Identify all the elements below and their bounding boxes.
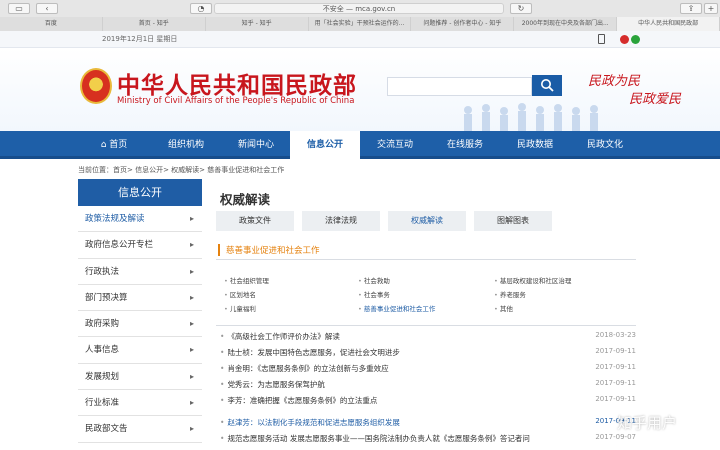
chevron-right-icon: ▸: [189, 371, 194, 381]
breadcrumb[interactable]: 当前位置：首页> 信息公开> 权威解读> 慈善事业促进和社会工作: [78, 165, 284, 175]
nav-culture[interactable]: 民政文化: [570, 131, 640, 159]
subtab-charts[interactable]: 图解图表: [474, 211, 552, 231]
category-link[interactable]: • 儿童福利: [224, 303, 256, 313]
chevron-right-icon: ▸: [189, 424, 194, 434]
weibo-icon[interactable]: [620, 35, 629, 44]
nav-online-service[interactable]: 在线服务: [430, 131, 500, 159]
news-item-highlighted[interactable]: • 赵津芳：以法制化手段规范和促进志愿服务组织发展 2017-09-11: [220, 417, 636, 428]
subtab-laws[interactable]: 法律法规: [302, 211, 380, 231]
sidebar-item-procurement[interactable]: 政府采购 ▸: [78, 311, 202, 338]
divider: [216, 259, 636, 260]
chevron-right-icon: ▸: [189, 319, 194, 329]
chevron-right-icon: ▸: [189, 214, 194, 223]
nav-data[interactable]: 民政数据: [500, 131, 570, 159]
browser-tab[interactable]: 首页 - 知乎: [102, 17, 206, 31]
category-link[interactable]: • 社会事务: [358, 289, 390, 299]
category-link-active[interactable]: • 慈善事业促进和社会工作: [358, 303, 435, 313]
tab-strip: 百度 首页 - 知乎 知乎 - 知乎 用「社会实验」干预社会运作的... 问题推…: [0, 17, 720, 31]
chevron-right-icon: ▸: [189, 266, 194, 276]
news-item[interactable]: • 规范志愿服务活动 发展志愿服务事业——国务院法制办负责人就《志愿服务条例》答记…: [220, 433, 636, 444]
sidebar-item-info-column[interactable]: 政府信息公开专栏 ▸: [78, 232, 202, 259]
chevron-right-icon: ▸: [189, 240, 194, 250]
news-item[interactable]: • 《高级社会工作师评价办法》解读 2018-03-23: [220, 331, 636, 342]
sidebar-item-planning[interactable]: 发展规划 ▸: [78, 363, 202, 391]
sidebar-item-standards[interactable]: 行业标准 ▸: [78, 390, 202, 417]
wechat-icon[interactable]: [631, 35, 640, 44]
top-strip: 2019年12月1日 星期日: [0, 31, 720, 48]
news-item[interactable]: • 陆士桢：发展中国特色志愿服务，促进社会文明进步 2017-09-11: [220, 347, 636, 358]
people-silhouette-decoration: [464, 103, 598, 131]
nav-home[interactable]: ⌂ 首页: [78, 131, 150, 159]
home-icon: ⌂: [100, 140, 110, 150]
subtab-policy-docs[interactable]: 政策文件: [216, 211, 294, 231]
search-button[interactable]: [532, 75, 562, 96]
nav-organization[interactable]: 组织机构: [150, 131, 222, 159]
current-date: 2019年12月1日 星期日: [102, 35, 178, 43]
reload-icon[interactable]: ↻: [510, 3, 532, 14]
browser-chrome: ▭ ‹ ◔ 不安全 — mca.gov.cn ↻ ⇪ + 百度 首页 - 知乎 …: [0, 0, 720, 31]
nav-interaction[interactable]: 交流互动: [360, 131, 430, 159]
news-item[interactable]: • 肖金明：《志愿服务条例》的立法创新与多重效应 2017-09-11: [220, 363, 636, 374]
sidebar-item-policy[interactable]: 政策法规及解读 ▸: [78, 206, 202, 233]
browser-tab[interactable]: 2000年到现在中央及各部门出...: [514, 17, 618, 31]
mobile-icon[interactable]: [598, 34, 605, 44]
chevron-right-icon: ▸: [189, 292, 194, 302]
sidebar-item-budget[interactable]: 部门预决算 ▸: [78, 284, 202, 312]
back-icon[interactable]: ‹: [36, 3, 58, 14]
news-item[interactable]: • 李芳：准确把握《志愿服务条例》的立法重点 2017-09-11: [220, 395, 636, 406]
new-tab-icon[interactable]: +: [704, 3, 718, 14]
divider: [216, 325, 636, 326]
reader-icon[interactable]: ◔: [190, 3, 212, 14]
sidebar-toggle-icon[interactable]: ▭: [8, 3, 30, 14]
browser-tab[interactable]: 问题推荐 - 创作者中心 - 知乎: [411, 17, 515, 31]
chevron-right-icon: ▸: [189, 398, 194, 408]
page-title: 权威解读: [220, 192, 271, 207]
category-link[interactable]: • 基层政权建设和社区治理: [494, 275, 571, 285]
chevron-right-icon: ▸: [189, 345, 194, 355]
nav-news[interactable]: 新闻中心: [222, 131, 290, 159]
section-title: 慈善事业促进和社会工作: [218, 244, 320, 256]
share-icon[interactable]: ⇪: [680, 3, 702, 14]
site-title-en: Ministry of Civil Affairs of the People'…: [117, 96, 355, 106]
main-nav: ⌂ 首页 组织机构 新闻中心 信息公开 交流互动 在线服务 民政数据 民政文化: [0, 131, 720, 159]
browser-tab[interactable]: 知乎 - 知乎: [205, 17, 309, 31]
category-link[interactable]: • 区划地名: [224, 289, 256, 299]
search-icon: [541, 79, 554, 92]
address-bar[interactable]: 不安全 — mca.gov.cn: [214, 3, 504, 14]
sidebar-item-enforcement[interactable]: 行政执法 ▸: [78, 258, 202, 285]
search-input[interactable]: [387, 77, 532, 96]
subtab-interpretation[interactable]: 权威解读: [388, 211, 466, 231]
sidebar-title: 信息公开: [78, 179, 202, 206]
national-emblem-icon: [80, 68, 112, 104]
category-link[interactable]: • 其他: [494, 303, 513, 313]
zhihu-watermark: 知乎用户: [617, 414, 678, 432]
sidebar-item-bulletin[interactable]: 民政部文告 ▸: [78, 416, 202, 443]
category-link[interactable]: • 社会组织管理: [224, 275, 269, 285]
browser-tab[interactable]: 用「社会实验」干预社会运作的...: [308, 17, 412, 31]
slogan-2: 民政爱民: [629, 92, 682, 107]
sidebar: 信息公开 政策法规及解读 ▸ 政府信息公开专栏 ▸ 行政执法 ▸ 部门预决算 ▸ 政府采…: [78, 179, 202, 443]
nav-info-disclosure[interactable]: 信息公开: [290, 131, 360, 159]
news-item[interactable]: • 党秀云：为志愿服务保驾护航 2017-09-11: [220, 379, 636, 390]
sidebar-item-personnel[interactable]: 人事信息 ▸: [78, 337, 202, 364]
header-banner: 中华人民共和国民政部 Ministry of Civil Affairs of …: [0, 48, 720, 131]
site-title[interactable]: 中华人民共和国民政部: [117, 66, 357, 100]
category-link[interactable]: • 养老服务: [494, 289, 526, 299]
category-link[interactable]: • 社会救助: [358, 275, 390, 285]
browser-tab[interactable]: 百度: [0, 17, 103, 31]
slogan-1: 民政为民: [588, 74, 641, 89]
browser-tab-active[interactable]: 中华人民共和国民政部: [617, 17, 720, 31]
